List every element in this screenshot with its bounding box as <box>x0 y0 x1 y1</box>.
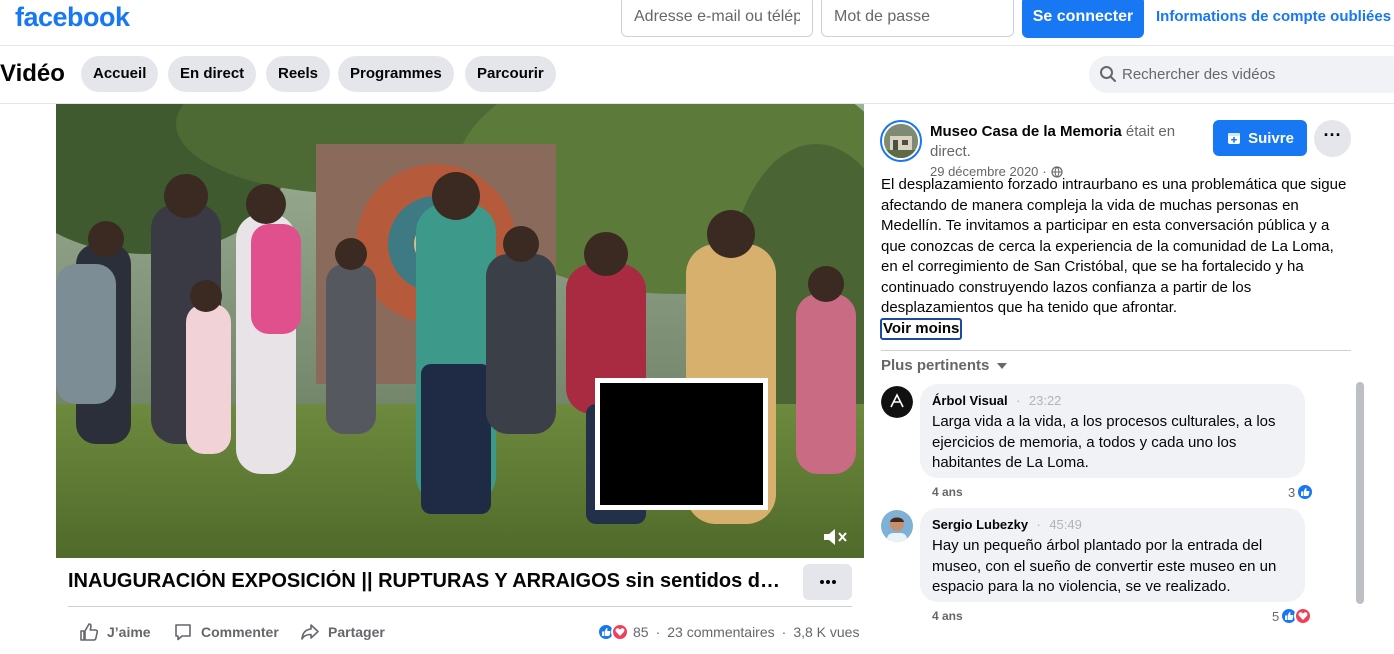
comment-button[interactable]: Commenter <box>173 620 279 644</box>
comment-label: Commenter <box>201 624 279 640</box>
video-search[interactable]: Rechercher des vidéos <box>1089 56 1394 93</box>
video-player[interactable] <box>56 104 864 558</box>
page-avatar-image <box>884 124 918 158</box>
scrollbar-thumb[interactable] <box>1356 382 1364 604</box>
email-field[interactable] <box>621 0 813 37</box>
like-reaction-icon <box>1296 483 1315 501</box>
comment-age[interactable]: 4 ans <box>932 485 963 499</box>
caret-down-icon <box>997 362 1008 369</box>
top-bar: facebook Se connecter Informations de co… <box>0 0 1394 46</box>
commenter-avatar[interactable] <box>881 510 913 542</box>
comment-text: Larga vida a la vida, a los procesos cul… <box>932 413 1276 471</box>
comment-author[interactable]: Sergio Lubezky <box>932 517 1028 532</box>
stats-separator: · <box>781 624 787 640</box>
picture-overlay <box>595 378 768 510</box>
login-button[interactable]: Se connecter <box>1022 0 1144 38</box>
comment-timestamp[interactable]: 45:49 <box>1049 517 1082 532</box>
page-avatar[interactable] <box>880 120 922 162</box>
stats-separator: · <box>655 624 661 640</box>
comment-author[interactable]: Árbol Visual <box>932 393 1008 408</box>
love-reaction-icon <box>611 623 629 641</box>
page-name[interactable]: Museo Casa de la Memoria <box>930 123 1122 140</box>
divider <box>68 606 852 607</box>
love-reaction-icon <box>1294 607 1313 625</box>
reaction-count[interactable]: 85 <box>633 624 649 640</box>
comment-bubble: Árbol Visual · 23:22 Larga vida a la vid… <box>920 384 1305 478</box>
tab-live[interactable]: En direct <box>168 56 257 92</box>
like-button[interactable]: J’aime <box>79 620 151 644</box>
comment-reaction-count: 3 <box>1288 484 1296 500</box>
comment-dot: · <box>1036 517 1041 532</box>
sort-label: Plus pertinents <box>881 357 990 374</box>
tab-explore[interactable]: Parcourir <box>465 56 556 92</box>
comment-icon <box>175 624 191 641</box>
comment-reactions[interactable]: 3 <box>1288 483 1315 501</box>
post-more-button[interactable]: ··· <box>1314 120 1351 157</box>
comment-reactions[interactable]: 5 <box>1272 607 1313 625</box>
share-icon <box>301 624 319 640</box>
share-button[interactable]: Partager <box>300 620 385 644</box>
divider <box>881 350 1351 351</box>
page-title: Vidéo <box>0 60 65 87</box>
comment-timestamp[interactable]: 23:22 <box>1029 393 1062 408</box>
ellipsis-icon <box>819 580 836 584</box>
comments-count[interactable]: 23 commentaires <box>667 624 774 640</box>
mute-icon[interactable] <box>822 526 848 548</box>
tab-shows[interactable]: Programmes <box>338 56 454 92</box>
comment-sort-dropdown[interactable]: Plus pertinents <box>881 357 1008 374</box>
comment-reaction-count: 5 <box>1272 608 1280 624</box>
video-stats: 85 · 23 commentaires · 3,8 K vues <box>597 620 859 644</box>
comment-age[interactable]: 4 ans <box>932 609 963 623</box>
share-label: Partager <box>328 624 385 640</box>
password-field[interactable] <box>821 0 1014 37</box>
post-author-line: Museo Casa de la Memoria était en direct… <box>930 122 1200 162</box>
video-more-button[interactable] <box>803 564 852 600</box>
thumbs-up-icon <box>80 623 99 641</box>
post-description: El desplazamiento forzado intraurbano es… <box>881 176 1347 316</box>
see-less-link[interactable]: Voir moins <box>880 318 963 340</box>
video-nav-bar: Vidéo Accueil En direct Reels Programmes… <box>0 46 1394 104</box>
ellipsis-icon: ··· <box>1323 125 1342 145</box>
comment-dot: · <box>1016 393 1021 408</box>
follow-page-icon <box>1228 133 1241 144</box>
search-placeholder: Rechercher des vidéos <box>1122 66 1276 83</box>
comment-text: Hay un pequeño árbol plantado por la ent… <box>932 537 1277 595</box>
follow-label: Suivre <box>1248 129 1294 147</box>
view-count: 3,8 K vues <box>793 624 860 640</box>
tab-home[interactable]: Accueil <box>81 56 159 92</box>
like-label: J’aime <box>107 624 151 640</box>
commenter-avatar[interactable] <box>881 386 913 418</box>
forgot-account-link[interactable]: Informations de compte oubliées ? <box>1156 8 1394 25</box>
follow-button[interactable]: Suivre <box>1213 120 1307 156</box>
tab-reels[interactable]: Reels <box>266 56 331 92</box>
comments-scrollbar[interactable] <box>1354 380 1366 630</box>
comment-bubble: Sergio Lubezky · 45:49 Hay un pequeño ár… <box>920 508 1305 602</box>
search-icon <box>1100 66 1116 82</box>
video-title: INAUGURACIÓN EXPOSICIÓN || RUPTURAS Y AR… <box>68 570 788 592</box>
facebook-logo[interactable]: facebook <box>15 2 130 33</box>
